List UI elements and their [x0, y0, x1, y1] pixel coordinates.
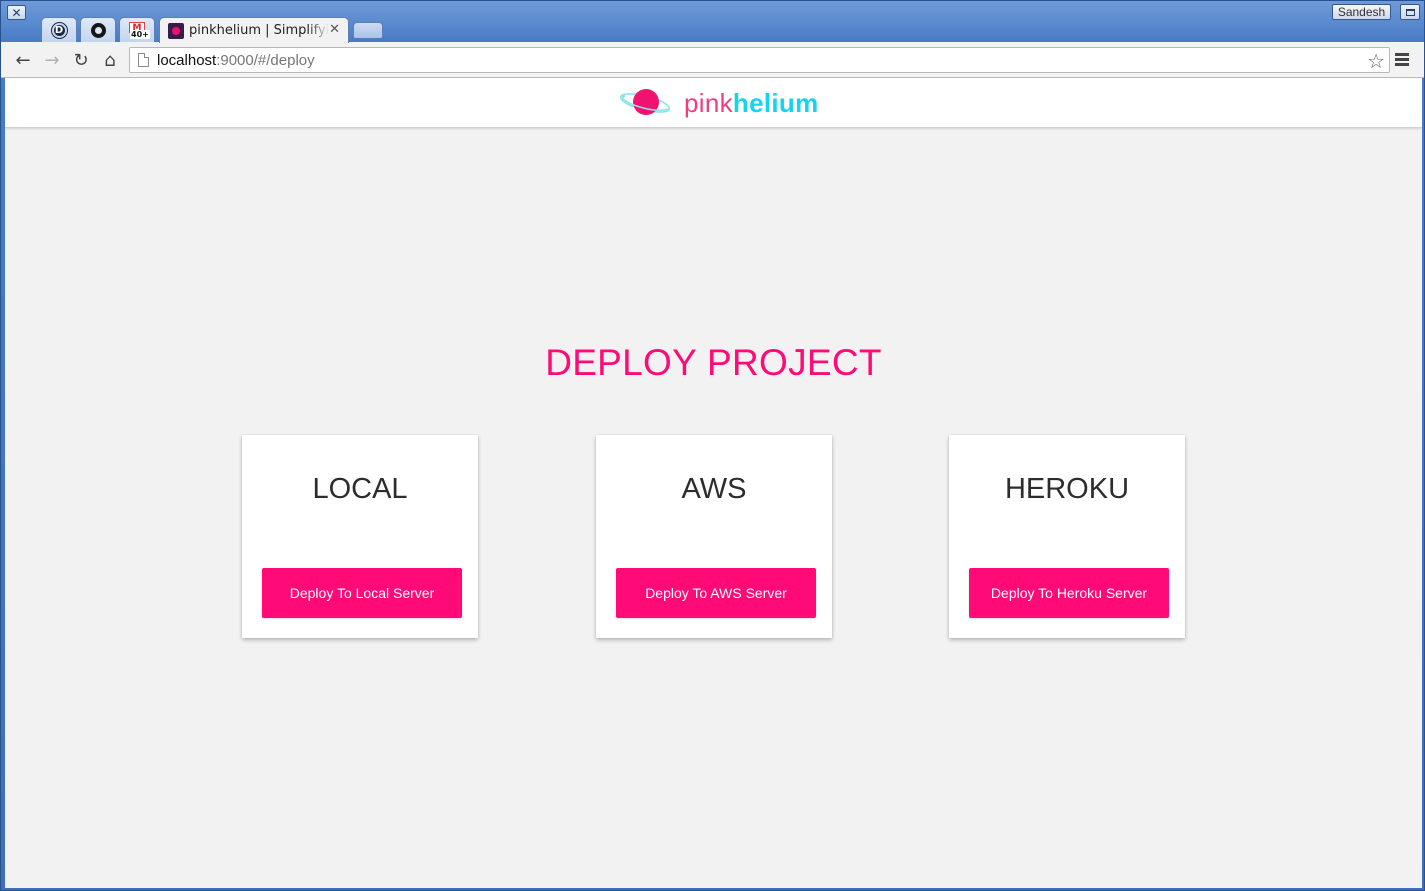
page-icon: [138, 53, 149, 67]
url-text[interactable]: localhost:9000/#/deploy: [157, 52, 315, 69]
tab-close-icon[interactable]: ✕: [329, 22, 340, 37]
gmail-icon: M 40+: [128, 22, 150, 39]
new-tab-button[interactable]: [353, 22, 383, 38]
tab-pinned-disqus[interactable]: D: [41, 17, 77, 42]
deploy-local-button[interactable]: Deploy To Local Server: [262, 568, 462, 618]
tab-pinned-github[interactable]: [80, 17, 116, 42]
deploy-aws-button[interactable]: Deploy To AWS Server: [616, 568, 816, 618]
url-host: localhost: [157, 51, 217, 69]
pinkhelium-favicon-icon: [168, 22, 184, 39]
app-header: pinkhelium: [5, 78, 1422, 128]
back-button[interactable]: ←: [11, 48, 35, 72]
tab-pinned-gmail[interactable]: M 40+: [119, 17, 155, 42]
bookmark-star-icon[interactable]: ☆: [1367, 49, 1385, 73]
home-button[interactable]: ⌂: [98, 48, 122, 72]
planet-logo-icon: [619, 89, 671, 115]
github-icon: [90, 22, 106, 38]
deploy-card-heroku: HEROKU Deploy To Heroku Server: [949, 435, 1185, 638]
logo-wordmark: pinkhelium: [684, 88, 819, 119]
browser-window: ✕ Sandesh D M 40+ pinkhelium | Simplifyi…: [0, 0, 1425, 891]
deploy-heroku-button[interactable]: Deploy To Heroku Server: [969, 568, 1169, 618]
logo-word-cyan: helium: [732, 87, 819, 118]
tab-active-pinkhelium[interactable]: pinkhelium | Simplifying ✕: [159, 17, 349, 43]
forward-button[interactable]: →: [40, 48, 64, 72]
card-title: HEROKU: [1004, 473, 1130, 505]
address-bar[interactable]: localhost:9000/#/deploy ☆: [129, 47, 1390, 73]
disqus-icon: D: [51, 22, 67, 38]
browser-menu-icon[interactable]: [1395, 53, 1409, 66]
card-title: LOCAL: [312, 473, 408, 505]
gmail-unread-badge: 40+: [130, 30, 150, 39]
deploy-card-aws: AWS Deploy To AWS Server: [596, 435, 832, 638]
card-title: AWS: [681, 473, 747, 505]
window-maximize-button[interactable]: [1400, 4, 1420, 20]
profile-button[interactable]: Sandesh: [1332, 4, 1391, 20]
tab-title: pinkhelium | Simplifying: [189, 23, 329, 38]
window-close-button[interactable]: ✕: [7, 5, 26, 20]
reload-button[interactable]: ↻: [69, 48, 93, 72]
page-viewport: pinkhelium DEPLOY PROJECT LOCAL Deploy T…: [5, 78, 1422, 888]
url-path: :9000/#/deploy: [216, 51, 315, 69]
maximize-icon: [1405, 8, 1415, 16]
pinkhelium-logo[interactable]: pinkhelium: [618, 86, 819, 120]
page-title: DEPLOY PROJECT: [545, 342, 882, 383]
browser-toolbar: ← → ↻ ⌂ localhost:9000/#/deploy ☆: [1, 42, 1424, 78]
deploy-card-local: LOCAL Deploy To Local Server: [242, 435, 478, 638]
logo-word-pink: pink: [684, 87, 733, 118]
